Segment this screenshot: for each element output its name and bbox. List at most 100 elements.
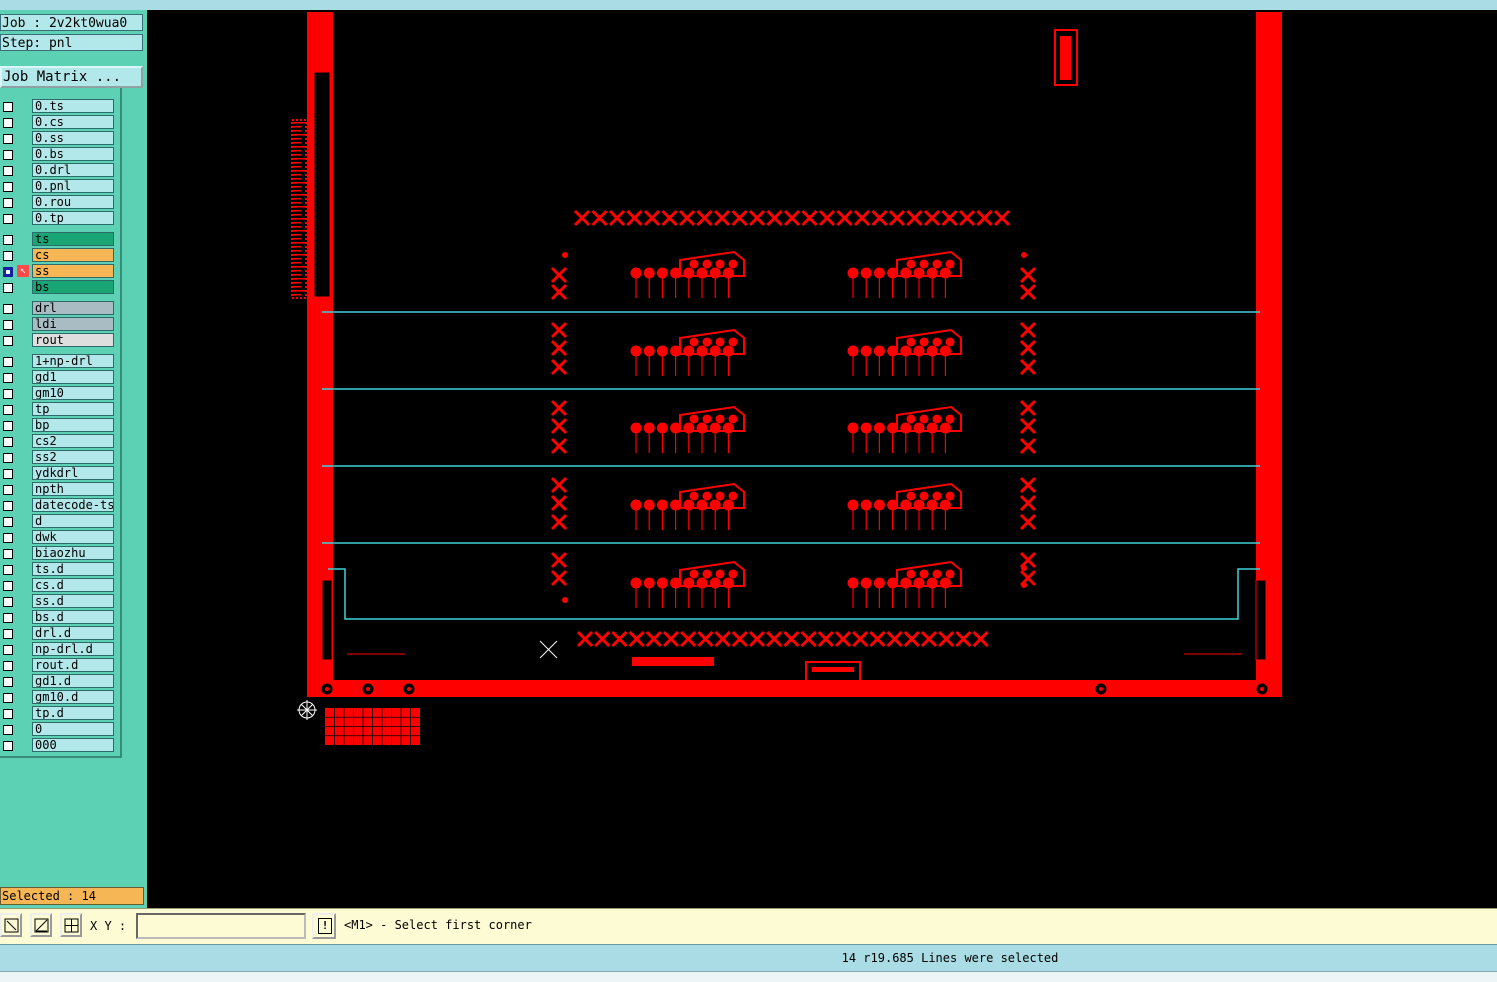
layer-checkbox[interactable]	[3, 166, 13, 176]
layer-name[interactable]: ts	[32, 232, 114, 246]
layer-checkbox[interactable]	[3, 389, 13, 399]
layer-name[interactable]: gm10	[32, 386, 114, 400]
layer-row[interactable]: cs2	[0, 434, 120, 450]
layer-name[interactable]: drl	[32, 301, 114, 315]
layer-checkbox[interactable]	[3, 357, 13, 367]
layer-checkbox[interactable]	[3, 661, 13, 671]
layer-row[interactable]: gd1	[0, 370, 120, 386]
layer-checkbox[interactable]	[3, 549, 13, 559]
layer-checkbox[interactable]	[3, 304, 13, 314]
layer-checkbox[interactable]	[3, 198, 13, 208]
layer-row[interactable]: tp.d	[0, 706, 120, 722]
layer-name[interactable]: drl.d	[32, 626, 114, 640]
layer-name[interactable]: ldi	[32, 317, 114, 331]
layer-name[interactable]: np-drl.d	[32, 642, 114, 656]
layer-name[interactable]: bp	[32, 418, 114, 432]
layer-row[interactable]: dwk	[0, 530, 120, 546]
layer-checkbox[interactable]	[3, 677, 13, 687]
layer-checkbox[interactable]	[3, 421, 13, 431]
layer-checkbox[interactable]	[3, 613, 13, 623]
layer-checkbox[interactable]	[3, 597, 13, 607]
layer-checkbox[interactable]	[3, 251, 13, 261]
layer-checkbox[interactable]	[3, 565, 13, 575]
layer-name[interactable]: dwk	[32, 530, 114, 544]
layer-name[interactable]: ss2	[32, 450, 114, 464]
layer-checkbox[interactable]	[3, 267, 13, 277]
layer-checkbox[interactable]	[3, 134, 13, 144]
layer-row[interactable]: drl.d	[0, 626, 120, 642]
layer-name[interactable]: ss	[32, 264, 114, 278]
layer-checkbox[interactable]	[3, 453, 13, 463]
layer-checkbox[interactable]	[3, 405, 13, 415]
layer-name[interactable]: cs2	[32, 434, 114, 448]
layer-row[interactable]: rout	[0, 333, 120, 349]
layer-row[interactable]: ldi	[0, 317, 120, 333]
layer-row[interactable]: 0	[0, 722, 120, 738]
layer-checkbox[interactable]	[3, 533, 13, 543]
layer-row[interactable]: d	[0, 514, 120, 530]
layer-row[interactable]: ss.d	[0, 594, 120, 610]
layer-row[interactable]: ↖ ss	[0, 264, 120, 280]
grid-icon[interactable]	[60, 913, 82, 937]
layer-checkbox[interactable]	[3, 629, 13, 639]
layer-name[interactable]: bs.d	[32, 610, 114, 624]
layer-name[interactable]: 0.tp	[32, 211, 114, 225]
layer-name[interactable]: d	[32, 514, 114, 528]
layer-row[interactable]: 0.pnl	[0, 179, 120, 195]
layer-name[interactable]: cs	[32, 248, 114, 262]
layer-row[interactable]: 0.ss	[0, 131, 120, 147]
layer-name[interactable]: 1+np-drl	[32, 354, 114, 368]
layer-name[interactable]: datecode-ts	[32, 498, 114, 512]
layer-name[interactable]: 0.drl	[32, 163, 114, 177]
layer-name[interactable]: 0.ts	[32, 99, 114, 113]
layer-name[interactable]: cs.d	[32, 578, 114, 592]
layer-checkbox[interactable]	[3, 118, 13, 128]
layer-row[interactable]: datecode-ts	[0, 498, 120, 514]
layer-row[interactable]: 0.bs	[0, 147, 120, 163]
layer-name[interactable]: 0.bs	[32, 147, 114, 161]
layer-row[interactable]: ss2	[0, 450, 120, 466]
job-matrix-button[interactable]: Job Matrix ...	[0, 66, 143, 88]
layer-row[interactable]: npth	[0, 482, 120, 498]
layer-checkbox[interactable]	[3, 645, 13, 655]
layer-name[interactable]: ydkdrl	[32, 466, 114, 480]
layer-name[interactable]: rout.d	[32, 658, 114, 672]
layer-row[interactable]: rout.d	[0, 658, 120, 674]
layer-checkbox[interactable]	[3, 741, 13, 751]
zoom-area-icon[interactable]	[0, 913, 22, 937]
layer-checkbox[interactable]	[3, 235, 13, 245]
layer-checkbox[interactable]	[3, 214, 13, 224]
layer-name[interactable]: gd1	[32, 370, 114, 384]
layer-row[interactable]: cs.d	[0, 578, 120, 594]
layer-row[interactable]: 0.drl	[0, 163, 120, 179]
layer-checkbox[interactable]	[3, 485, 13, 495]
xy-input[interactable]	[136, 913, 306, 939]
layer-row[interactable]: gd1.d	[0, 674, 120, 690]
layer-row[interactable]: drl	[0, 301, 120, 317]
layer-checkbox[interactable]	[3, 373, 13, 383]
layer-name[interactable]: ss.d	[32, 594, 114, 608]
layer-checkbox[interactable]	[3, 469, 13, 479]
pcb-panel-view[interactable]	[147, 10, 1497, 908]
layer-checkbox[interactable]	[3, 709, 13, 719]
layer-name[interactable]: 0	[32, 722, 114, 736]
layer-checkbox[interactable]	[3, 693, 13, 703]
layer-name[interactable]: tp.d	[32, 706, 114, 720]
layer-name[interactable]: biaozhu	[32, 546, 114, 560]
layer-row[interactable]: 0.rou	[0, 195, 120, 211]
layer-row[interactable]: ydkdrl	[0, 466, 120, 482]
layer-row[interactable]: ts.d	[0, 562, 120, 578]
measure-icon[interactable]	[30, 913, 52, 937]
layer-row[interactable]: 000	[0, 738, 120, 754]
layer-checkbox[interactable]	[3, 336, 13, 346]
layer-checkbox[interactable]	[3, 102, 13, 112]
layer-name[interactable]: 0.cs	[32, 115, 114, 129]
layer-name[interactable]: 0.rou	[32, 195, 114, 209]
layer-row[interactable]: biaozhu	[0, 546, 120, 562]
layer-checkbox[interactable]	[3, 150, 13, 160]
layer-checkbox[interactable]	[3, 501, 13, 511]
layer-row[interactable]: 1+np-drl	[0, 354, 120, 370]
layer-row[interactable]: 0.cs	[0, 115, 120, 131]
alert-icon[interactable]: !	[312, 913, 336, 939]
layer-row[interactable]: gm10.d	[0, 690, 120, 706]
